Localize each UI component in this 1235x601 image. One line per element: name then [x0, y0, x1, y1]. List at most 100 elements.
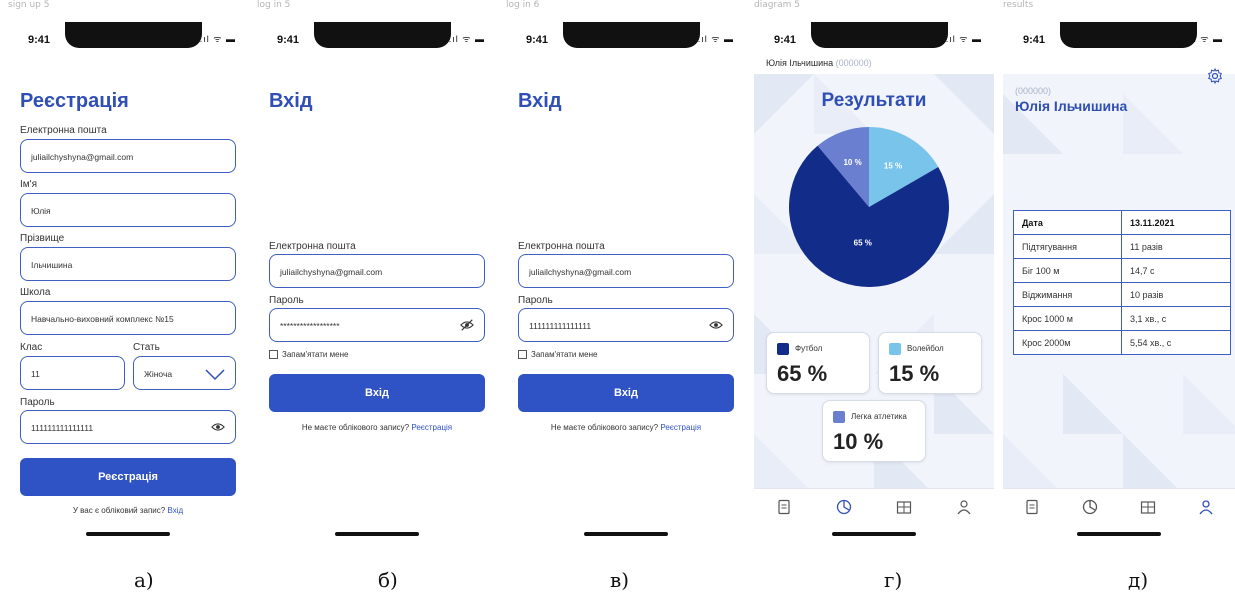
table-cell-value: 13.11.2021 [1121, 210, 1231, 235]
register-button[interactable]: Реєстрація [20, 458, 236, 496]
table-cell-label: Крос 2000м [1013, 330, 1122, 355]
email-field[interactable]: juliailchyshyna@gmail.com [518, 254, 734, 288]
name-field[interactable]: Юлія [20, 193, 236, 227]
password-field[interactable]: 111111111111111 [20, 410, 236, 444]
class-label: Клас [20, 342, 43, 353]
status-icons: ..ıl ᯤ ▬ [196, 34, 236, 44]
table-row: Крос 1000 м 3,1 хв., с [1013, 306, 1231, 331]
email-label: Електронна пошта [518, 241, 605, 252]
phone-diagram: 9:41 ..ıl ᯤ ▬ Юлія Ільчишина (000000) Ре… [754, 14, 994, 542]
password-value: ****************** [280, 321, 340, 331]
home-indicator [335, 532, 419, 536]
email-label: Електронна пошта [20, 125, 107, 136]
gender-value: Жіноча [144, 369, 173, 379]
frame-label-login-6: log in 6 [506, 0, 540, 10]
register-link[interactable]: Реєстрація [411, 423, 452, 432]
email-field[interactable]: juliailchyshyna@gmail.com [269, 254, 485, 288]
notch [811, 22, 948, 48]
gender-select[interactable]: Жіноча [133, 356, 236, 390]
email-field[interactable]: juliailchyshyna@gmail.com [20, 139, 236, 173]
footer-question: Не маєте облікового запису? [550, 423, 659, 432]
legend-swatch-football [777, 343, 789, 355]
pie-label-2: 10 % [843, 158, 861, 167]
login-button[interactable]: Вхід [269, 374, 485, 412]
remember-row[interactable]: Запам'ятати мене [518, 350, 597, 359]
eye-off-icon[interactable] [460, 318, 474, 332]
notch [1060, 22, 1197, 48]
password-label: Пароль [20, 397, 55, 408]
document-icon[interactable] [776, 499, 792, 515]
user-name: Юлія Ільчишина [1015, 98, 1128, 114]
table-row: Біг 100 м 14,7 с [1013, 258, 1231, 283]
page-title: Вхід [269, 90, 313, 112]
tab-bar [754, 488, 994, 524]
password-value: 111111111111111 [529, 321, 592, 331]
table-cell-value: 3,1 хв., с [1121, 306, 1231, 331]
results-table: Дата 13.11.2021 Підтягування 11 разів Біг 10… [1013, 210, 1231, 355]
table-cell-value: 14,7 с [1121, 258, 1231, 283]
remember-checkbox[interactable] [269, 350, 278, 359]
caption-b: б) [378, 568, 398, 592]
building-icon[interactable] [1140, 499, 1156, 515]
frame-label-diagram: diagram 5 [754, 0, 801, 10]
chevron-down-icon [205, 369, 225, 381]
table-row: Крос 2000м 5,54 хв., с [1013, 330, 1231, 355]
password-field[interactable]: ****************** [269, 308, 485, 342]
remember-row[interactable]: Запам'ятати мене [269, 350, 348, 359]
surname-field[interactable]: Ільчишина [20, 247, 236, 281]
status-icons: ..ıl ᯤ ▬ [942, 34, 982, 44]
email-label: Електронна пошта [269, 241, 356, 252]
table-cell-value: 5,54 хв., с [1121, 330, 1231, 355]
phone-signup: 9:41 ..ıl ᯤ ▬ Реєстрація Електронна пошт… [8, 14, 248, 542]
register-link[interactable]: Реєстрація [660, 423, 701, 432]
pie-label-0: 65 % [854, 238, 872, 247]
legend-swatch-athletics [833, 411, 845, 423]
table-cell-value: 11 разів [1121, 234, 1231, 259]
notch [314, 22, 451, 48]
name-label: Ім'я [20, 179, 37, 190]
notch [563, 22, 700, 48]
user-icon[interactable] [1198, 499, 1214, 515]
gender-label: Стать [133, 342, 160, 353]
class-field[interactable]: 11 [20, 356, 125, 390]
pie-label-1: 15 % [884, 161, 902, 170]
password-value: 111111111111111 [31, 423, 94, 433]
pie-chart-icon[interactable] [1082, 499, 1098, 515]
home-indicator [86, 532, 170, 536]
remember-label: Запам'ятати мене [531, 350, 598, 359]
user-name: Юлія Ільчишина [766, 58, 834, 68]
document-icon[interactable] [1024, 499, 1040, 515]
footer-text: У вас є обліковий запис? Вхід [8, 506, 248, 515]
tab-bar [1003, 488, 1235, 524]
school-label: Школа [20, 287, 51, 298]
pie-chart-icon[interactable] [836, 499, 852, 515]
phone-results: 9:41 ..ıl ᯤ ▬ (000000) Юлія Ільчишина Да… [1003, 14, 1235, 542]
footer-text: Не маєте облікового запису? Реєстрація [257, 423, 497, 432]
table-row: Віджимання 10 разів [1013, 282, 1231, 307]
frame-label-login-5: log in 5 [257, 0, 291, 10]
remember-checkbox[interactable] [518, 350, 527, 359]
eye-icon[interactable] [211, 420, 225, 434]
table-cell-label: Підтягування [1013, 234, 1122, 259]
pie-chart: 10 % 15 % 65 % [789, 127, 949, 287]
user-icon[interactable] [956, 499, 972, 515]
school-field[interactable]: Навчально-виховний комплекс №15 [20, 301, 236, 335]
legend-name-volleyball: Волейбол [907, 344, 944, 353]
user-id: (000000) [835, 58, 872, 68]
surname-label: Прізвище [20, 233, 65, 244]
legend-card-athletics: Легка атлетика 10 % [822, 400, 926, 462]
status-time: 9:41 [277, 34, 300, 46]
caption-a: а) [134, 568, 154, 592]
caption-d: г) [884, 568, 903, 592]
user-header: Юлія Ільчишина (000000) [766, 58, 872, 68]
page-title: Реєстрація [20, 90, 129, 112]
login-link[interactable]: Вхід [167, 506, 183, 515]
status-time: 9:41 [526, 34, 549, 46]
password-field[interactable]: 111111111111111 [518, 308, 734, 342]
gear-icon[interactable] [1207, 68, 1223, 84]
eye-icon[interactable] [709, 318, 723, 332]
building-icon[interactable] [896, 499, 912, 515]
caption-c: в) [610, 568, 630, 592]
password-label: Пароль [518, 295, 553, 306]
login-button[interactable]: Вхід [518, 374, 734, 412]
